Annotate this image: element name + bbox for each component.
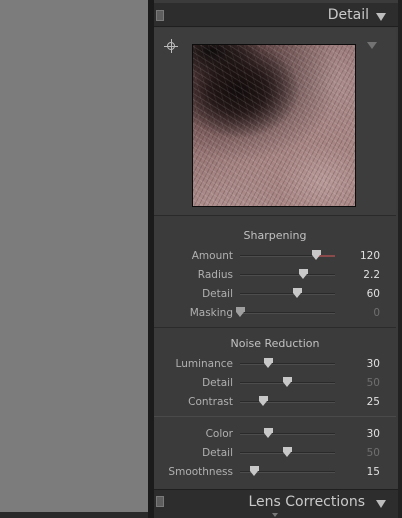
detail-panel-header[interactable]: Detail [154,3,398,27]
detail-value[interactable]: 60 [367,288,380,300]
nr-color-row[interactable]: Color 30 [154,425,396,444]
subsection-separator [154,416,396,417]
image-canvas-area[interactable] [0,0,148,512]
target-crosshair-icon[interactable] [164,39,178,53]
masking-slider-track[interactable] [240,312,335,314]
slider-label: Masking [189,307,233,319]
sharpening-amount-row[interactable]: Amount 120 [154,247,396,266]
preview-options-triangle-icon[interactable] [367,42,377,49]
slider-label: Detail [202,447,233,459]
nr-luminance-row[interactable]: Luminance 30 [154,355,396,374]
canvas-bottom-bar [0,512,148,518]
slider-label: Smoothness [168,466,233,478]
amount-slider-track[interactable] [240,255,335,257]
lens-corrections-panel-header[interactable]: Lens Corrections [154,489,398,518]
radius-value[interactable]: 2.2 [363,269,380,281]
expand-triangle-icon[interactable] [376,500,386,508]
luminance-slider-thumb[interactable] [264,358,273,368]
panel-scrollbar[interactable] [398,0,402,518]
nr-contrast-row[interactable]: Contrast 25 [154,393,396,412]
nr-color-detail-row[interactable]: Detail 50 [154,444,396,463]
panel-toggle-switch[interactable] [156,10,164,21]
slider-label: Luminance [175,358,233,370]
color-value[interactable]: 30 [367,428,380,440]
luminance-slider-track[interactable] [240,363,335,365]
nr-smoothness-row[interactable]: Smoothness 15 [154,463,396,482]
luminance-detail-slider-thumb[interactable] [283,377,292,387]
radius-slider-track[interactable] [240,274,335,276]
slider-label: Color [205,428,233,440]
detail-slider-thumb[interactable] [292,288,302,298]
color-detail-slider-thumb[interactable] [283,447,292,457]
scroll-down-arrow-icon[interactable] [272,513,278,517]
noise-reduction-section-title: Noise Reduction [230,337,320,350]
panel-toggle-switch[interactable] [156,496,164,507]
amount-value[interactable]: 120 [360,250,380,262]
luminance-detail-value[interactable]: 50 [367,377,380,389]
sharpening-masking-row[interactable]: Masking 0 [154,304,396,323]
slider-label: Contrast [188,396,233,408]
color-detail-value[interactable]: 50 [367,447,380,459]
contrast-slider-thumb[interactable] [259,396,269,406]
sharpening-detail-row[interactable]: Detail 60 [154,285,396,304]
masking-value[interactable]: 0 [373,307,380,319]
contrast-value[interactable]: 25 [367,396,380,408]
slider-label: Detail [202,377,233,389]
smoothness-value[interactable]: 15 [367,466,380,478]
sharpening-section-title: Sharpening [243,229,307,242]
smoothness-slider-thumb[interactable] [249,466,259,476]
slider-label: Radius [197,269,233,281]
sharpening-radius-row[interactable]: Radius 2.2 [154,266,396,285]
slider-label: Detail [202,288,233,300]
lens-corrections-title: Lens Corrections [248,494,365,510]
collapse-triangle-icon[interactable] [376,13,386,21]
contrast-slider-track[interactable] [240,401,335,403]
section-separator [154,327,396,328]
detail-slider-track[interactable] [240,293,335,295]
slider-label: Amount [191,250,233,262]
detail-preview [154,28,396,216]
detail-panel-title: Detail [327,7,369,23]
radius-slider-thumb[interactable] [298,269,308,279]
nr-luminance-detail-row[interactable]: Detail 50 [154,374,396,393]
color-slider-track[interactable] [240,433,335,435]
amount-slider-thumb[interactable] [311,250,321,260]
right-panel: Detail Sharpening Amount 120 Radius 2.2 … [154,0,402,518]
luminance-value[interactable]: 30 [367,358,380,370]
masking-slider-thumb[interactable] [235,307,245,317]
color-slider-thumb[interactable] [264,428,273,438]
detail-preview-image[interactable] [192,44,356,207]
